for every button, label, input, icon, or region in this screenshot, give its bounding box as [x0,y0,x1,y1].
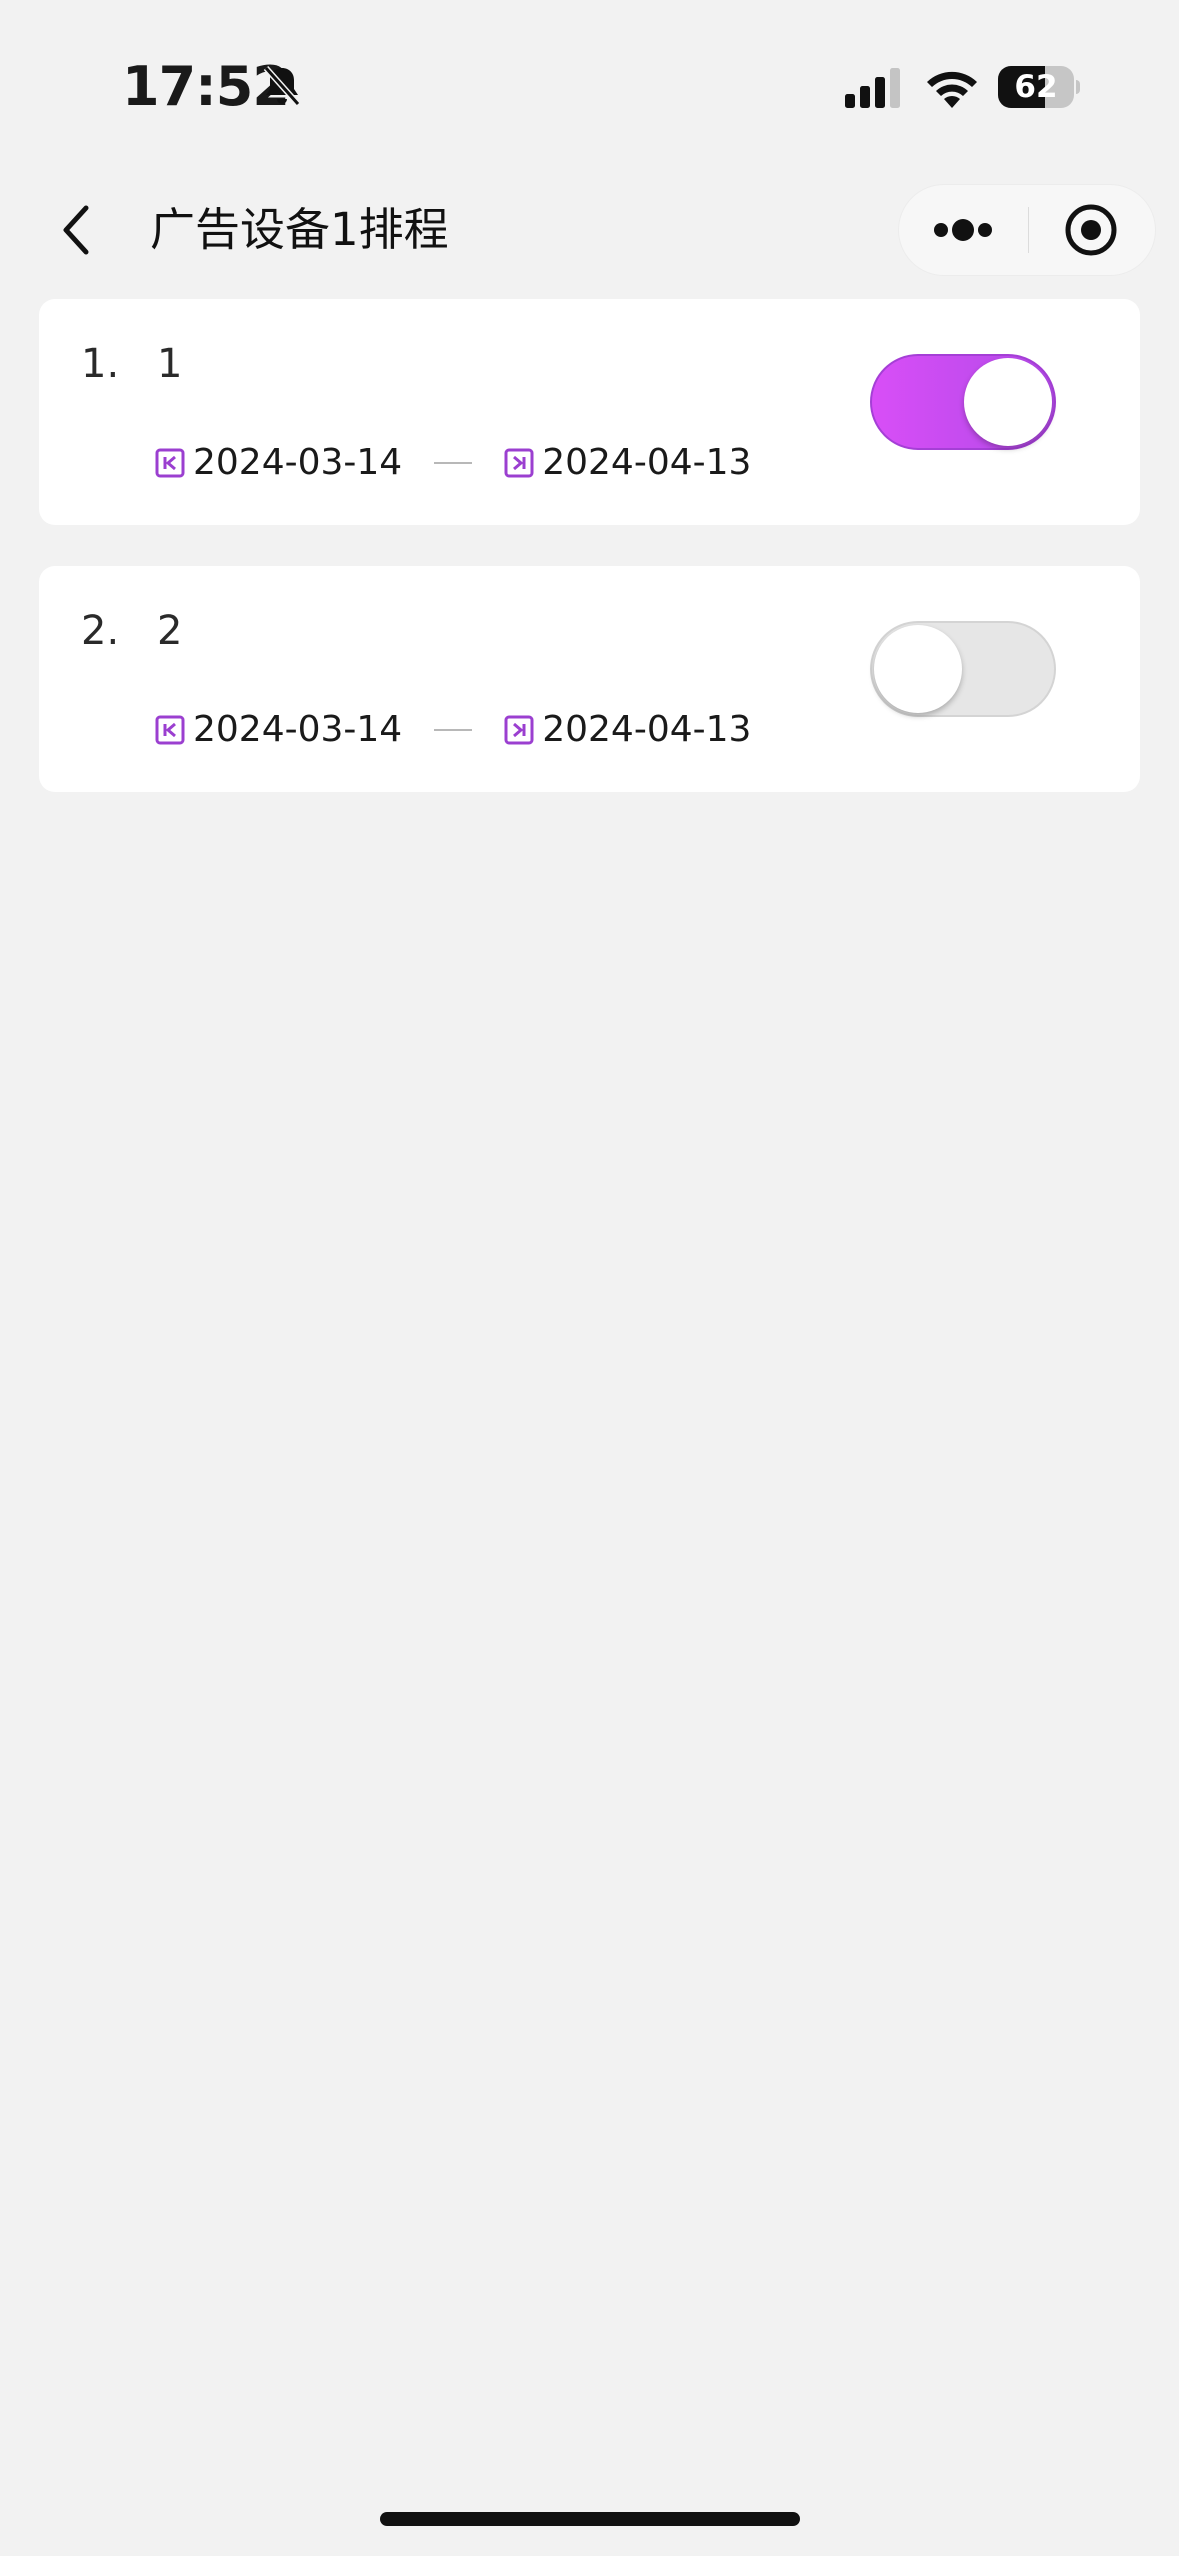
page-title: 广告设备1排程 [150,203,449,256]
nav-bar: 广告设备1排程 [0,170,1179,290]
toggle-knob [964,358,1052,446]
date-range: 2024-03-14 2024-04-13 [155,439,751,487]
end-date: 2024-04-13 [542,442,752,483]
end-date-icon [504,715,534,745]
schedule-card[interactable]: 1. 1 2024-03-14 2024-04-13 [39,299,1140,525]
toggle-knob [874,625,962,713]
date-separator [434,729,473,731]
bell-muted-icon [263,66,301,106]
close-miniprogram-button[interactable] [1029,185,1155,275]
more-dots-icon [934,219,992,241]
signal-icon [845,68,900,108]
end-date: 2024-04-13 [542,709,752,750]
chevron-left-icon[interactable] [56,202,100,258]
capsule-menu [898,184,1156,276]
schedule-name: 1 [157,341,183,387]
more-button[interactable] [899,185,1027,275]
home-indicator [380,2512,800,2526]
target-circle-icon [1065,204,1117,256]
schedule-list: 1. 1 2024-03-14 2024-04-13 2. 2 2024-03-… [39,299,1140,833]
start-date: 2024-03-14 [193,442,403,483]
status-bar: 17:52 62 [0,0,1179,160]
battery-level: 62 [1014,69,1058,105]
battery-body: 62 [998,66,1074,108]
battery-cap [1076,80,1080,94]
start-date-icon [155,448,185,478]
schedule-toggle[interactable] [870,621,1056,717]
schedule-index: 1. [81,341,120,387]
date-range: 2024-03-14 2024-04-13 [155,706,751,754]
schedule-name: 2 [157,608,183,654]
date-separator [434,462,473,464]
schedule-toggle[interactable] [870,354,1056,450]
start-date-icon [155,715,185,745]
battery-icon: 62 [998,66,1080,108]
schedule-card[interactable]: 2. 2 2024-03-14 2024-04-13 [39,566,1140,792]
end-date-icon [504,448,534,478]
start-date: 2024-03-14 [193,709,403,750]
wifi-icon [927,71,977,108]
schedule-index: 2. [81,608,120,654]
